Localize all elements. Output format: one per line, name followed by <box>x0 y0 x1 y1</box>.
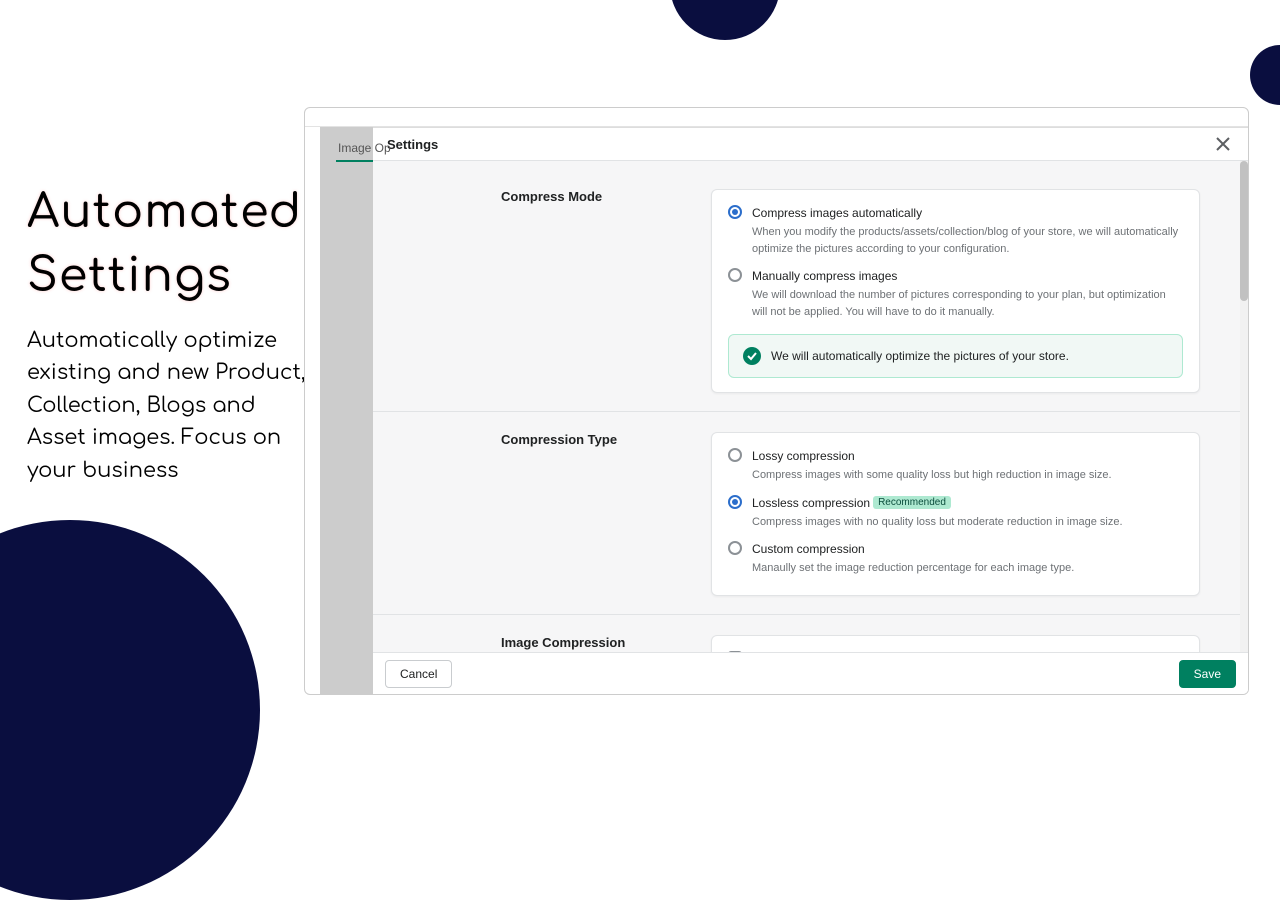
card-image-compression: All product images Only published produc… <box>711 635 1200 653</box>
promo-title: Automated Settings <box>27 180 312 309</box>
radio-icon <box>728 541 742 555</box>
settings-panel: Settings Compress Mode Compress images a… <box>373 127 1248 694</box>
option-desc: Manaully set the image reduction percent… <box>752 560 1183 577</box>
option-desc: When you modify the products/assets/coll… <box>752 224 1183 257</box>
radio-icon <box>728 268 742 282</box>
decorative-circle <box>670 0 780 40</box>
radio-icon <box>728 495 742 509</box>
close-button[interactable] <box>1212 133 1234 155</box>
decorative-circle <box>0 520 260 900</box>
panel-footer: Cancel Save <box>373 652 1248 694</box>
cancel-button[interactable]: Cancel <box>385 660 452 688</box>
tab-image-optimization[interactable]: Image Op <box>338 141 391 155</box>
section-image-compression: Image Compression Automatically compress… <box>373 614 1240 653</box>
tab-underline <box>336 160 373 162</box>
app-window: Image Op Settings Compress Mode Compress… <box>304 107 1249 695</box>
window-chrome <box>305 108 1248 127</box>
promo-desc: Automatically optimize existing and new … <box>27 324 312 487</box>
radio-custom[interactable]: Custom compression Manaully set the imag… <box>728 540 1183 577</box>
panel-header: Settings <box>373 128 1248 161</box>
option-desc: We will download the number of pictures … <box>752 287 1183 320</box>
section-title: Image Compression <box>501 635 681 650</box>
promo-block: Automated Settings Automatically optimiz… <box>27 180 312 487</box>
option-label: Manually compress images <box>752 269 897 283</box>
section-title: Compression Type <box>501 432 681 447</box>
option-label: Custom compression <box>752 542 865 556</box>
scrollbar-track[interactable] <box>1240 161 1248 652</box>
scrollbar-thumb[interactable] <box>1240 161 1248 301</box>
card-compress-mode: Compress images automatically When you m… <box>711 189 1200 393</box>
save-button[interactable]: Save <box>1179 660 1236 688</box>
option-label: Lossless compression <box>752 496 870 510</box>
panel-body: Compress Mode Compress images automatica… <box>373 161 1240 652</box>
radio-icon <box>728 205 742 219</box>
section-compress-mode: Compress Mode Compress images automatica… <box>373 181 1240 401</box>
tab-bar-bg <box>320 127 375 695</box>
card-compression-type: Lossy compression Compress images with s… <box>711 432 1200 596</box>
option-desc: Compress images with some quality loss b… <box>752 467 1183 484</box>
radio-icon <box>728 448 742 462</box>
option-label: Lossy compression <box>752 449 855 463</box>
panel-title: Settings <box>387 137 438 152</box>
radio-lossless[interactable]: Lossless compressionRecommended Compress… <box>728 494 1183 531</box>
radio-lossy[interactable]: Lossy compression Compress images with s… <box>728 447 1183 484</box>
section-compression-type: Compression Type Lossy compression Compr… <box>373 411 1240 604</box>
radio-compress-manual[interactable]: Manually compress images We will downloa… <box>728 267 1183 320</box>
close-icon <box>1216 137 1230 151</box>
section-title: Compress Mode <box>501 189 681 204</box>
badge-recommended: Recommended <box>873 496 951 509</box>
option-label: Compress images automatically <box>752 206 922 220</box>
checkmark-circle-icon <box>743 347 761 365</box>
decorative-circle <box>1250 45 1280 105</box>
alert-text: We will automatically optimize the pictu… <box>771 349 1069 363</box>
alert-success: We will automatically optimize the pictu… <box>728 334 1183 378</box>
option-desc: Compress images with no quality loss but… <box>752 514 1183 531</box>
radio-compress-auto[interactable]: Compress images automatically When you m… <box>728 204 1183 257</box>
